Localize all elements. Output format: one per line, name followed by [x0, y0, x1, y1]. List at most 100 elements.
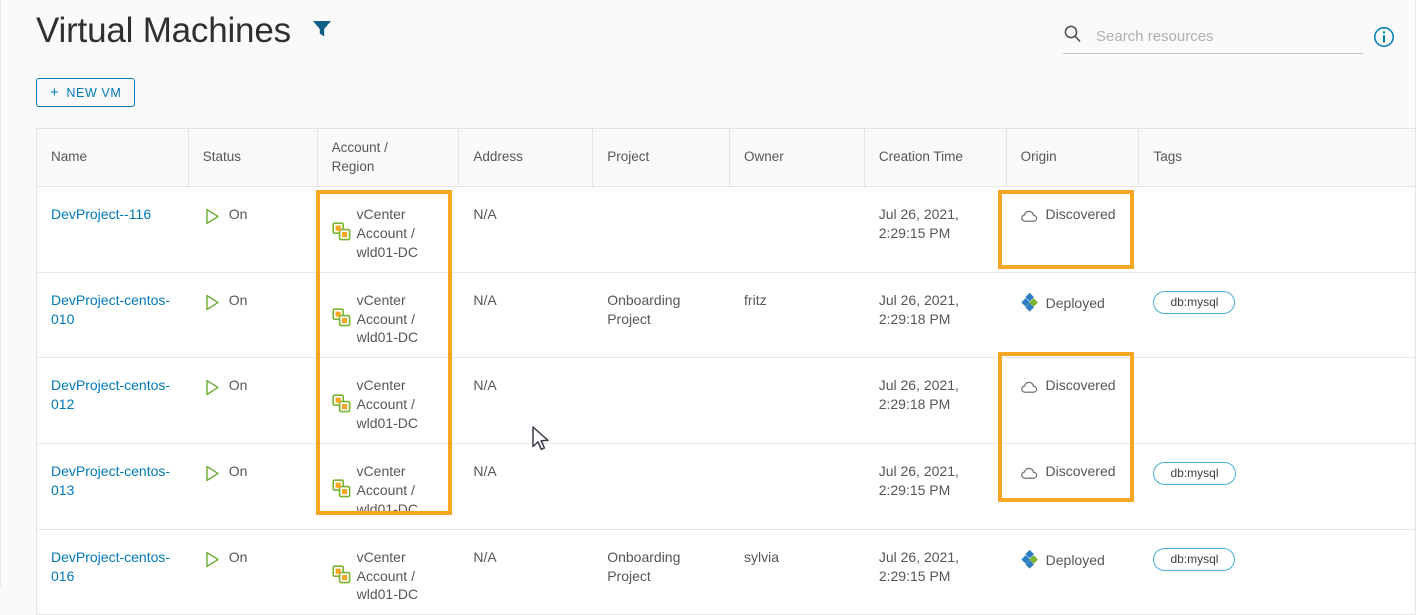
- cell-address: N/A: [473, 377, 497, 394]
- play-triangle-icon: [203, 464, 222, 488]
- cell-account-region: vCenter Account / wld01-DC: [318, 273, 460, 358]
- vcenter-icon: [331, 394, 351, 418]
- tag-chip[interactable]: db:mysql: [1153, 547, 1236, 571]
- cell-origin: Discovered: [1006, 358, 1139, 443]
- cell-name[interactable]: DevProject--116: [37, 187, 189, 272]
- cell-account-region: vCenter Account / wld01-DC: [318, 358, 460, 443]
- page-header: Virtual Machines: [36, 13, 335, 48]
- origin-label: Deployed: [1045, 552, 1105, 569]
- status-label: On: [228, 206, 248, 222]
- cell-project: Onboarding Project: [607, 291, 681, 327]
- origin-wrap: Deployed: [1020, 548, 1126, 574]
- origin-wrap: Discovered: [1020, 462, 1125, 488]
- cell-account-region: vCenter Account / wld01-DC: [318, 187, 460, 272]
- search-input[interactable]: [1094, 26, 1363, 46]
- cell-tags: [1139, 187, 1415, 272]
- cloud-icon: [1020, 464, 1039, 488]
- plus-icon: +: [50, 84, 60, 101]
- page-inner: Virtual Machines + NEW VM Search resourc…: [11, 0, 1416, 615]
- cell-project: [593, 444, 730, 529]
- cell-tags: db:mysql: [1139, 273, 1415, 358]
- table-row: DevProject-centos-013 On vCenter Account /…: [37, 444, 1415, 530]
- column-header-tags[interactable]: Tags: [1139, 129, 1415, 186]
- cell-origin: Deployed: [1007, 530, 1140, 615]
- vcenter-icon: [331, 479, 351, 503]
- account-wrap: vCenter Account / wld01-DC: [331, 205, 446, 262]
- column-header-account-region[interactable]: Account / Region: [318, 129, 460, 186]
- cell-address: N/A: [473, 206, 497, 222]
- cell-status: On: [189, 273, 318, 358]
- status-label: On: [228, 377, 248, 394]
- cell-origin: Discovered: [1006, 187, 1139, 272]
- cell-creation-time: Jul 26, 2021, 2:29:15 PM: [878, 206, 959, 241]
- column-header-status[interactable]: Status: [189, 129, 318, 186]
- cell-tags: [1139, 358, 1415, 443]
- search-icon: [1063, 24, 1082, 48]
- cell-status: On: [189, 530, 318, 615]
- cell-name[interactable]: DevProject-centos-013: [37, 444, 189, 529]
- play-triangle-icon: [203, 207, 222, 231]
- account-wrap: vCenter Account / wld01-DC: [331, 462, 446, 519]
- page-title: Virtual Machines: [36, 11, 291, 50]
- vcenter-icon: [332, 308, 351, 332]
- origin-wrap: Discovered: [1020, 376, 1125, 402]
- cloud-icon: [1020, 207, 1039, 231]
- account-region-line1: Account /: [331, 140, 388, 156]
- status-label: On: [228, 548, 248, 565]
- search-area: [1063, 24, 1395, 54]
- cell-creation-time: Jul 26, 2021, 2:29:15 PM: [878, 463, 959, 498]
- cell-project: [593, 187, 730, 272]
- tag-chip[interactable]: db:mysql: [1153, 462, 1236, 486]
- cloud-icon: [1020, 378, 1039, 402]
- virtual-machines-table: Name Status Account / Region Address Pro…: [36, 128, 1416, 615]
- cell-origin: Deployed: [1007, 273, 1140, 358]
- cell-address: N/A: [473, 548, 497, 565]
- account-label: vCenter Account / wld01-DC: [356, 463, 419, 517]
- cell-tags: db:mysql: [1139, 530, 1415, 615]
- column-header-project[interactable]: Project: [593, 129, 731, 186]
- column-header-name[interactable]: Name: [37, 129, 189, 186]
- origin-wrap: Discovered: [1020, 205, 1125, 231]
- cell-status: On: [189, 187, 318, 272]
- cell-creation-time: Jul 26, 2021, 2:29:18 PM: [878, 291, 960, 327]
- new-vm-button[interactable]: + NEW VM: [36, 78, 136, 107]
- search-box[interactable]: [1063, 24, 1363, 54]
- cell-name[interactable]: DevProject-centos-012: [37, 358, 189, 443]
- column-header-origin[interactable]: Origin: [1007, 129, 1140, 186]
- origin-label: Deployed: [1045, 295, 1105, 312]
- table-body: DevProject--116 On vCenter Account / wld01…: [37, 187, 1415, 615]
- cell-tags: db:mysql: [1139, 444, 1415, 529]
- cell-status: On: [189, 444, 318, 529]
- cell-owner: [730, 444, 865, 529]
- info-circle-icon[interactable]: [1373, 26, 1395, 53]
- account-label: vCenter Account / wld01-DC: [356, 291, 419, 346]
- cell-address: N/A: [473, 463, 497, 480]
- tag-chip[interactable]: db:mysql: [1153, 290, 1236, 314]
- account-region-line2: Region: [331, 158, 375, 174]
- cell-creation-time: Jul 26, 2021, 2:29:15 PM: [878, 548, 960, 584]
- cell-origin: Discovered: [1006, 444, 1139, 529]
- new-vm-label: NEW VM: [66, 85, 122, 100]
- cell-account-region: vCenter Account / wld01-DC: [318, 444, 460, 529]
- cell-name[interactable]: DevProject-centos-016: [37, 530, 189, 615]
- filter-icon[interactable]: [309, 16, 335, 45]
- account-label: vCenter Account / wld01-DC: [356, 206, 419, 260]
- play-triangle-icon: [203, 550, 222, 574]
- column-header-creation-time[interactable]: Creation Time: [865, 129, 1007, 186]
- origin-label: Discovered: [1045, 463, 1116, 480]
- account-wrap: vCenter Account / wld01-DC: [332, 291, 446, 348]
- vcenter-icon: [331, 222, 351, 246]
- table-header-row: Name Status Account / Region Address Pro…: [37, 129, 1415, 187]
- account-label: vCenter Account / wld01-DC: [356, 548, 419, 603]
- deployment-diamond-icon: [1020, 549, 1040, 574]
- cell-account-region: vCenter Account / wld01-DC: [318, 530, 460, 615]
- cell-project: Onboarding Project: [607, 548, 681, 584]
- column-header-owner[interactable]: Owner: [730, 129, 865, 186]
- cell-name[interactable]: DevProject-centos-010: [37, 273, 189, 358]
- status-wrap: On: [203, 376, 304, 402]
- column-header-address[interactable]: Address: [459, 129, 594, 186]
- account-wrap: vCenter Account / wld01-DC: [332, 548, 446, 605]
- table-row: DevProject-centos-016 On vCenter Account /…: [37, 529, 1415, 615]
- status-wrap: On: [203, 548, 304, 574]
- table-row: DevProject--116 On vCenter Account / wld01…: [37, 187, 1415, 273]
